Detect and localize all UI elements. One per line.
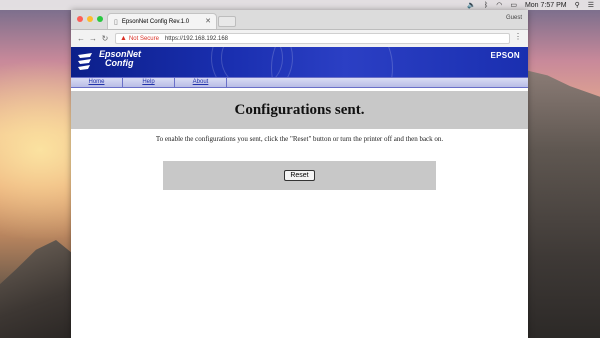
logo-line-2: Config	[105, 58, 134, 68]
instruction-text: To enable the configurations you sent, c…	[155, 135, 444, 143]
mac-menu-bar: 🔈 ᛒ ◠ ▭ Mon 7:57 PM ⚲ ☰	[0, 0, 600, 10]
volume-icon[interactable]: 🔈	[467, 1, 476, 9]
document-icon: ▯	[114, 18, 118, 26]
banner-decoration	[271, 47, 393, 77]
web-page: EpsonNet Config EPSON Home Help About Co…	[71, 47, 528, 338]
menubar-clock[interactable]: Mon 7:57 PM	[525, 2, 567, 9]
bluetooth-icon[interactable]: ᛒ	[484, 2, 488, 9]
browser-menu-icon[interactable]: ⋮	[514, 32, 522, 41]
page-nav: Home Help About	[71, 77, 528, 88]
minimize-window-button[interactable]	[87, 16, 93, 22]
page-heading: Configurations sent.	[234, 101, 365, 118]
reload-icon[interactable]: ↻	[99, 34, 111, 43]
zoom-window-button[interactable]	[97, 16, 103, 22]
security-indicator[interactable]: Not Secure	[129, 36, 159, 42]
window-controls	[77, 16, 103, 22]
notification-center-icon[interactable]: ☰	[588, 1, 594, 9]
tab-bar: ▯ EpsonNet Config Rev.1.0 ✕ Guest	[71, 10, 528, 30]
back-arrow-icon[interactable]: ←	[75, 34, 87, 43]
reset-panel: Reset	[163, 161, 436, 190]
browser-toolbar: ← → ↻ ▲ Not Secure https://192.168.192.1…	[71, 30, 528, 48]
nav-help-link[interactable]: Help	[123, 78, 175, 87]
spotlight-search-icon[interactable]: ⚲	[575, 1, 580, 9]
epson-banner: EpsonNet Config EPSON	[71, 47, 528, 77]
epsonnet-logo-icon	[78, 53, 92, 70]
url-text[interactable]: https://192.168.192.168	[165, 36, 228, 42]
new-tab-button[interactable]	[218, 16, 236, 27]
title-band: Configurations sent.	[71, 91, 528, 129]
forward-arrow-icon[interactable]: →	[87, 34, 99, 43]
close-tab-icon[interactable]: ✕	[205, 17, 211, 25]
nav-about-link[interactable]: About	[175, 78, 227, 87]
epson-brand: EPSON	[490, 51, 520, 60]
wifi-icon[interactable]: ◠	[496, 1, 502, 9]
profile-label[interactable]: Guest	[506, 15, 522, 21]
browser-tab[interactable]: ▯ EpsonNet Config Rev.1.0 ✕	[107, 13, 217, 29]
battery-icon[interactable]: ▭	[510, 1, 517, 9]
address-bar[interactable]: ▲ Not Secure https://192.168.192.168	[115, 33, 510, 44]
desktop-mountain-left	[0, 240, 80, 338]
warning-triangle-icon[interactable]: ▲	[120, 35, 127, 42]
logo-text: EpsonNet Config	[99, 50, 141, 68]
reset-button[interactable]: Reset	[284, 170, 315, 181]
close-window-button[interactable]	[77, 16, 83, 22]
nav-home-link[interactable]: Home	[71, 78, 123, 87]
browser-window: ▯ EpsonNet Config Rev.1.0 ✕ Guest ← → ↻ …	[71, 10, 528, 338]
desktop-mountain-right	[525, 70, 600, 338]
tab-title: EpsonNet Config Rev.1.0	[121, 18, 190, 25]
